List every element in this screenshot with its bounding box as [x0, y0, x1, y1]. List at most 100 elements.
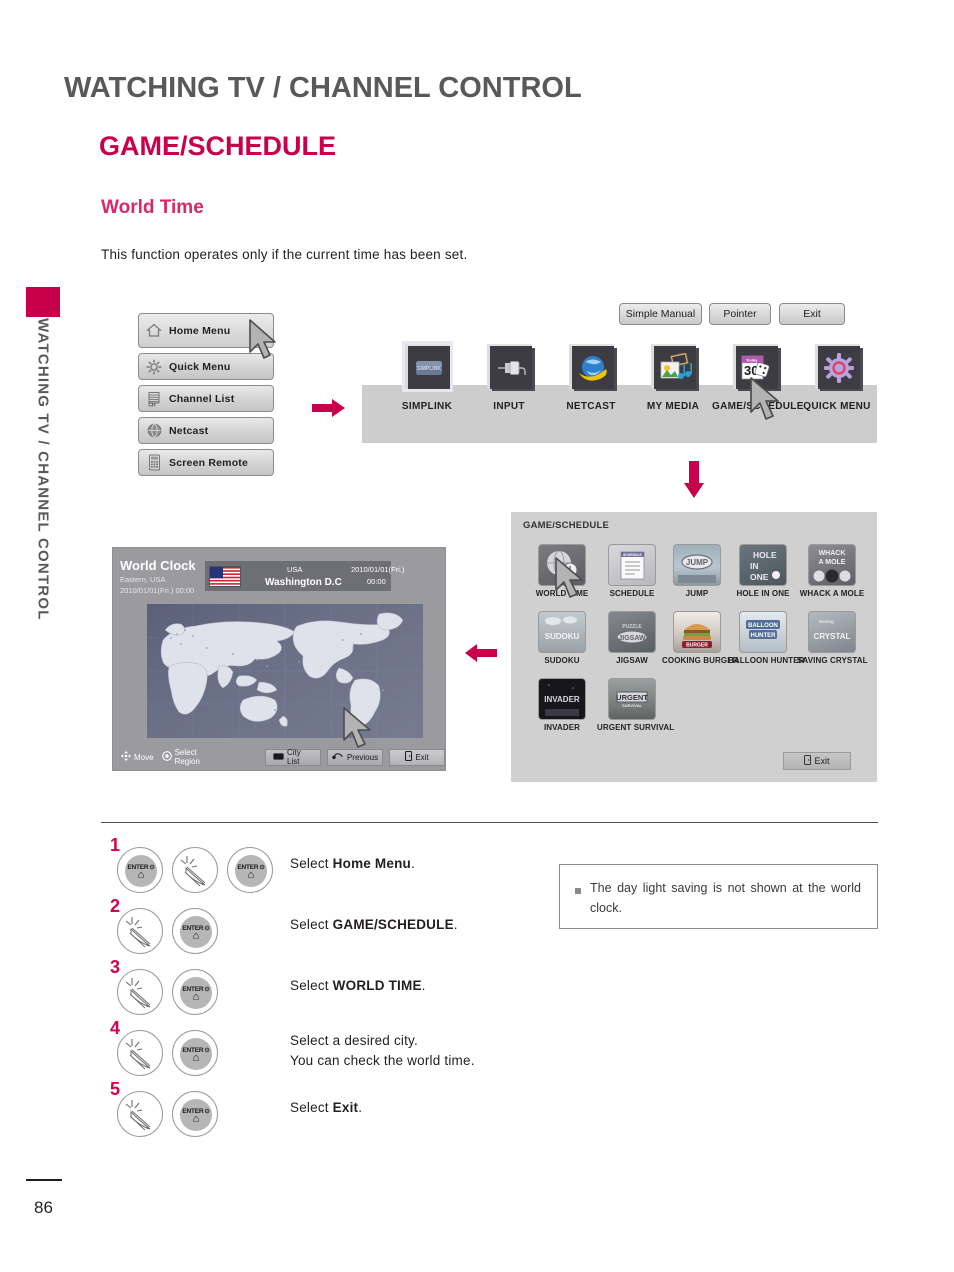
world-map[interactable]	[147, 604, 423, 738]
menu-item-channel-list[interactable]: CH Channel List	[138, 385, 274, 412]
game-tile-jigsaw[interactable]: PUZZLE JIGSAW JIGSAW	[597, 611, 667, 665]
menu-item-netcast[interactable]: Netcast	[138, 417, 274, 444]
step2-enter-knob[interactable]: ENTER ⊙ ⌂	[172, 908, 218, 954]
game-tile-whack-a-mole-thumb: WHACK A MOLE	[808, 544, 856, 586]
game-tile-schedule[interactable]: SCHEDULE SCHEDULE	[597, 544, 667, 598]
menu-item-screen-remote-label: Screen Remote	[169, 456, 249, 469]
menu-item-screen-remote[interactable]: Screen Remote	[138, 449, 274, 476]
svg-text:JUMP: JUMP	[686, 558, 709, 567]
world-clock-city-info: USA 2010/01/01(Fri.) Washington D.C 00:0…	[241, 561, 404, 591]
dpad-icon	[121, 751, 131, 763]
enter-button-icon: ENTER ⊙ ⌂	[180, 916, 212, 948]
world-clock-exit-button[interactable]: Exit	[389, 748, 445, 766]
game-tile-cooking-burger[interactable]: BURGER COOKING BURGER	[662, 611, 738, 665]
step-text-4: Select a desired city. You can check the…	[290, 1031, 475, 1071]
input-plug-icon	[486, 344, 532, 389]
game-tile-world-time[interactable]: WORLD TIME	[527, 544, 597, 598]
previous-button[interactable]: Previous	[327, 748, 383, 766]
calendar-dice-icon: Today 30	[732, 344, 778, 389]
world-clock-city: Washington D.C	[265, 577, 342, 588]
svg-text:Saving: Saving	[819, 619, 834, 624]
game-tile-invader-thumb: INVADER	[538, 678, 586, 720]
home-glyph-a: ⌂	[137, 869, 145, 881]
world-clock-time: 00:00	[367, 577, 386, 586]
game-tile-whack-a-mole-label: WHACK A MOLE	[799, 589, 865, 598]
step2-pointer-knob[interactable]	[117, 908, 163, 954]
game-tile-urgent-survival[interactable]: URGENT SURVIVAL URGENT SURVIVAL	[597, 678, 674, 732]
game-tile-invader[interactable]: INVADER INVADER	[527, 678, 597, 732]
step1-enter-knob-b[interactable]: ENTER ⊙ ⌂	[227, 847, 273, 893]
globe-icon	[139, 422, 169, 439]
svg-text:URGENT: URGENT	[616, 693, 648, 702]
section-divider	[101, 822, 878, 823]
list-key-icon	[273, 752, 284, 762]
home-menu-list: Home Menu Quick Menu CH Channel List Net…	[138, 313, 274, 481]
game-tile-saving-crystal[interactable]: Saving CRYSTAL SAVING CRYSTAL	[797, 611, 867, 665]
pointer-button[interactable]: Pointer	[709, 303, 771, 325]
svg-text:SIMPLINK: SIMPLINK	[417, 366, 441, 372]
world-clock-title: World Clock	[120, 558, 196, 573]
step-text-1: Select Home Menu.	[290, 856, 415, 871]
menu-item-home-menu[interactable]: Home Menu	[138, 313, 274, 348]
game-tile-hole-in-one[interactable]: HOLE IN ONE HOLE IN ONE	[728, 544, 798, 598]
game-tile-sudoku-thumb: SUDOKU	[538, 611, 586, 653]
world-clock-selected-city-box: USA 2010/01/01(Fri.) Washington D.C 00:0…	[205, 561, 404, 591]
menu-item-channel-list-label: Channel List	[169, 392, 235, 405]
home-icon-netcast[interactable]: NETCAST	[560, 344, 622, 412]
steps-list: 1 ENTER ⊙ ⌂ ENTER ⊙ ⌂ Select Home Menu. 2	[104, 835, 534, 1143]
home-icon-netcast-label: NETCAST	[566, 401, 616, 412]
pointer-button-label: Pointer	[723, 308, 757, 320]
game-tile-balloon-hunter-label: BALLOON HUNTER	[728, 656, 805, 665]
usa-flag-icon	[209, 565, 241, 587]
home-glyph-2: ⌂	[192, 930, 200, 942]
enter-button-icon: ENTER ⊙ ⌂	[235, 855, 267, 887]
game-tile-hole-in-one-label: HOLE IN ONE	[736, 589, 790, 598]
menu-item-netcast-label: Netcast	[169, 424, 209, 437]
world-clock-hint-move-label: Move	[134, 752, 154, 762]
step4-pointer-knob[interactable]	[117, 1030, 163, 1076]
step4-enter-knob[interactable]: ENTER ⊙ ⌂	[172, 1030, 218, 1076]
step5-pointer-knob[interactable]	[117, 1091, 163, 1137]
game-tile-schedule-label: SCHEDULE	[609, 589, 655, 598]
enter-button-icon: ENTER ⊙ ⌂	[125, 855, 157, 887]
home-icon	[139, 323, 169, 338]
game-tile-jump[interactable]: JUMP JUMP	[662, 544, 732, 598]
game-tile-jigsaw-thumb: PUZZLE JIGSAW	[608, 611, 656, 653]
bullet-square-icon	[575, 888, 581, 894]
step5-enter-knob[interactable]: ENTER ⊙ ⌂	[172, 1091, 218, 1137]
game-tile-balloon-hunter[interactable]: BALLOON HUNTER BALLOON HUNTER	[728, 611, 805, 665]
home-icon-my-media[interactable]: MY MEDIA	[642, 344, 704, 412]
city-list-button[interactable]: City List	[265, 748, 321, 766]
svg-text:INVADER: INVADER	[544, 695, 580, 704]
home-icon-quick-menu[interactable]: QUICK MENU	[803, 344, 870, 412]
simple-manual-button[interactable]: Simple Manual	[619, 303, 702, 325]
home-icon-game-schedule[interactable]: Today 30 GAME/SCHEDULE	[712, 344, 803, 412]
game-tile-sudoku[interactable]: SUDOKU SUDOKU	[527, 611, 597, 665]
step3-pointer-knob[interactable]	[117, 969, 163, 1015]
svg-text:A MOLE: A MOLE	[819, 559, 846, 566]
svg-text:PUZZLE: PUZZLE	[622, 624, 642, 630]
flow-arrow-left	[465, 643, 497, 668]
home-icon-simplink-label: SIMPLINK	[401, 401, 453, 412]
menu-item-quick-menu-label: Quick Menu	[169, 360, 231, 373]
step-text-4-line2: You can check the world time.	[290, 1053, 475, 1068]
game-tile-saving-crystal-thumb: Saving CRYSTAL	[808, 611, 856, 653]
home-icon-input[interactable]: INPUT	[478, 344, 540, 412]
home-glyph-3: ⌂	[192, 991, 200, 1003]
game-tile-hole-in-one-thumb: HOLE IN ONE	[739, 544, 787, 586]
step-row-1: 1 ENTER ⊙ ⌂ ENTER ⊙ ⌂ Select Home Menu.	[104, 835, 534, 899]
home-icon-row: SIMPLINK SIMPLINK INPUT NETCAST MY MEDIA…	[362, 341, 877, 444]
page-title: WATCHING TV / CHANNEL CONTROL	[64, 72, 582, 104]
intro-paragraph: This function operates only if the curre…	[101, 247, 468, 262]
step-row-5: 5 ENTER ⊙ ⌂ Select Exit.	[104, 1079, 534, 1143]
game-schedule-exit-button[interactable]: Exit	[783, 752, 851, 770]
step3-enter-knob[interactable]: ENTER ⊙ ⌂	[172, 969, 218, 1015]
game-tile-whack-a-mole[interactable]: WHACK A MOLE WHACK A MOLE	[797, 544, 867, 598]
menu-item-quick-menu[interactable]: Quick Menu	[138, 353, 274, 380]
step-number-3: 3	[110, 957, 121, 977]
step1-pointer-knob[interactable]	[172, 847, 218, 893]
step-text-5: Select Exit.	[290, 1100, 363, 1115]
step1-enter-knob-a[interactable]: ENTER ⊙ ⌂	[117, 847, 163, 893]
exit-button-top[interactable]: Exit	[779, 303, 845, 325]
home-icon-simplink[interactable]: SIMPLINK SIMPLINK	[396, 341, 458, 412]
